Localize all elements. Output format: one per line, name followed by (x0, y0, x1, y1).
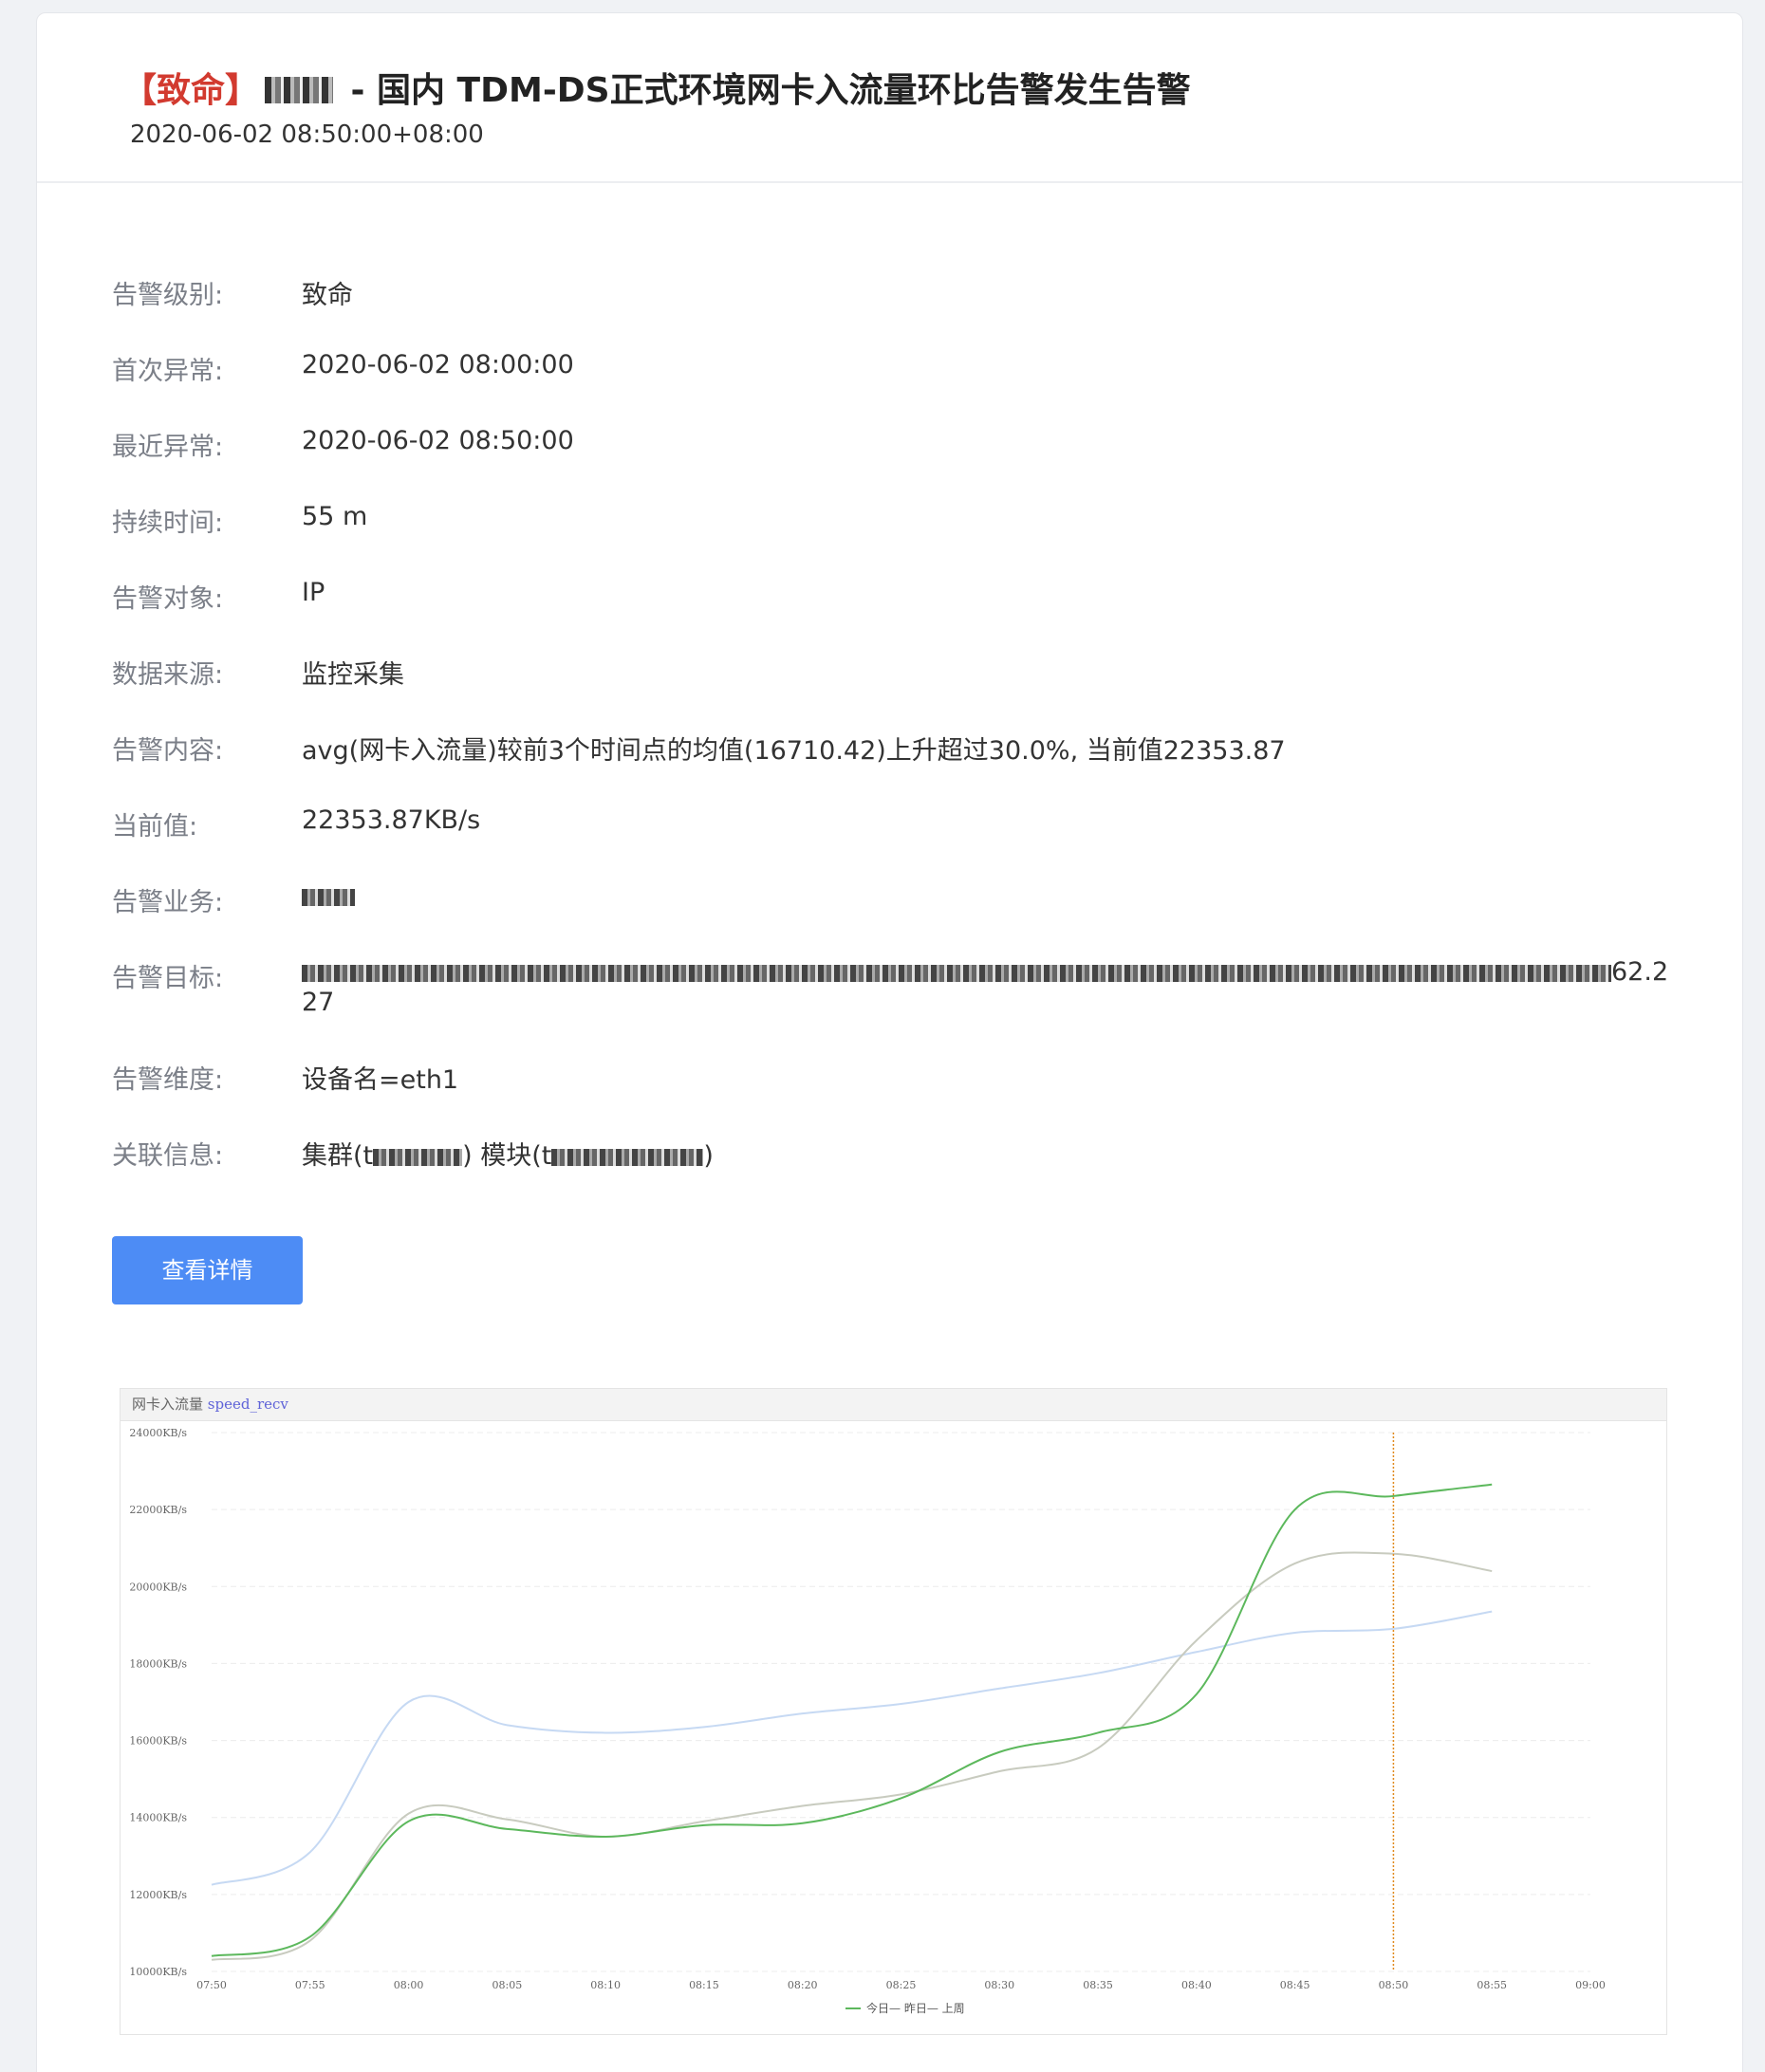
detail-label: 告警业务: (112, 888, 224, 917)
detail-label: 数据来源: (112, 660, 224, 690)
detail-label: 持续时间: (112, 509, 224, 538)
y-tick-label: 24000KB/s (129, 1427, 187, 1439)
x-tick-label: 08:10 (590, 1979, 621, 1991)
detail-row-current: 当前值: 22353.87KB/s (112, 796, 1706, 872)
related-module-prefix: ) 模块(t (462, 1141, 552, 1171)
alert-title-text: - 国内 TDM-DS正式环境网卡入流量环比告警发生告警 (339, 71, 1191, 110)
detail-label: 告警目标: (112, 964, 224, 993)
detail-label: 最近异常: (112, 433, 224, 462)
chart-header-label: 网卡入流量 (132, 1396, 204, 1413)
alert-title: 【致命】 - 国内 TDM-DS正式环境网卡入流量环比告警发生告警 (122, 63, 1191, 112)
card-header: 【致命】 - 国内 TDM-DS正式环境网卡入流量环比告警发生告警 2020-0… (37, 13, 1742, 183)
detail-label: 关联信息: (112, 1141, 224, 1171)
detail-value: 致命 (302, 281, 353, 310)
redacted-name (265, 77, 334, 103)
detail-row-target: 告警目标: 62.2 27 (112, 948, 1706, 1049)
detail-label: 告警内容: (112, 736, 224, 766)
x-tick-label: 08:40 (1181, 1979, 1212, 1991)
x-tick-label: 08:05 (492, 1979, 523, 1991)
detail-label: 告警维度: (112, 1065, 224, 1095)
x-tick-label: 08:35 (1083, 1979, 1113, 1991)
x-tick-label: 08:15 (689, 1979, 719, 1991)
y-tick-label: 22000KB/s (129, 1504, 187, 1516)
x-tick-label: 08:25 (886, 1979, 917, 1991)
redacted-business (302, 888, 355, 906)
detail-label: 告警对象: (112, 584, 224, 614)
detail-label: 告警级别: (112, 281, 224, 310)
detail-label: 当前值: (112, 812, 198, 842)
x-tick-label: 08:45 (1280, 1979, 1310, 1991)
redacted-cluster (373, 1148, 463, 1166)
related-suffix: ) (703, 1141, 714, 1171)
line-chart: 10000KB/s 12000KB/s 14000KB/s 16000KB/s 1800… (129, 1427, 1606, 2015)
redacted-targets (302, 964, 1611, 982)
detail-value: 62.2 27 (302, 957, 1706, 1018)
chart-header-metric: speed_recv (207, 1396, 288, 1413)
detail-row-content: 告警内容: avg(网卡入流量)较前3个时间点的均值(16710.42)上升超过… (112, 720, 1706, 796)
y-tick-label: 14000KB/s (129, 1812, 187, 1824)
y-tick-label: 16000KB/s (129, 1735, 187, 1748)
target-visible-tail: 62.2 (1611, 957, 1669, 987)
detail-value: 2020-06-02 08:50:00 (302, 426, 574, 455)
detail-row-first: 首次异常: 2020-06-02 08:00:00 (112, 341, 1706, 416)
redacted-module (551, 1148, 704, 1166)
x-tick-label: 08:55 (1477, 1979, 1507, 1991)
alert-level-tag: 【致命】 (122, 71, 260, 110)
series-line (211, 1610, 1493, 1886)
series-line (211, 1483, 1493, 1957)
alert-timestamp: 2020-06-02 08:50:00+08:00 (130, 120, 484, 149)
alert-card: 【致命】 - 国内 TDM-DS正式环境网卡入流量环比告警发生告警 2020-0… (36, 12, 1743, 2072)
detail-value: 22353.87KB/s (302, 805, 481, 835)
y-tick-label: 20000KB/s (129, 1581, 187, 1593)
view-details-button[interactable]: 查看详情 (112, 1236, 303, 1304)
detail-value (302, 881, 355, 911)
y-tick-label: 12000KB/s (129, 1889, 187, 1901)
x-tick-label: 08:50 (1379, 1979, 1409, 1991)
detail-value: 监控采集 (302, 660, 404, 690)
alert-page: 【致命】 - 国内 TDM-DS正式环境网卡入流量环比告警发生告警 2020-0… (0, 0, 1765, 2072)
detail-row-object: 告警对象: IP (112, 568, 1706, 644)
detail-row-duration: 持续时间: 55 m (112, 492, 1706, 568)
x-tick-label: 07:55 (295, 1979, 325, 1991)
y-tick-label: 18000KB/s (129, 1657, 187, 1670)
detail-value: IP (302, 578, 325, 607)
x-tick-label: 08:20 (788, 1979, 818, 1991)
detail-value: avg(网卡入流量)较前3个时间点的均值(16710.42)上升超过30.0%,… (302, 736, 1286, 766)
detail-row-level: 告警级别: 致命 (112, 265, 1706, 341)
alert-details: 告警级别: 致命 首次异常: 2020-06-02 08:00:00 最近异常:… (112, 265, 1706, 1201)
chart-panel: 网卡入流量 speed_recv 10000KB/s 12000KB/s 14000… (120, 1388, 1667, 2035)
detail-row-related: 关联信息: 集群(t ) 模块(t) (112, 1125, 1706, 1201)
x-tick-label: 08:00 (394, 1979, 424, 1991)
detail-value: 设备名=eth1 (302, 1065, 459, 1095)
x-tick-label: 07:50 (196, 1979, 227, 1991)
y-tick-label: 10000KB/s (129, 1966, 187, 1978)
x-tick-label: 09:00 (1575, 1979, 1606, 1991)
detail-row-dimension: 告警维度: 设备名=eth1 (112, 1049, 1706, 1125)
detail-row-source: 数据来源: 监控采集 (112, 644, 1706, 720)
detail-row-business: 告警业务: (112, 872, 1706, 948)
target-line2: 27 (302, 988, 335, 1017)
detail-label: 首次异常: (112, 357, 224, 386)
detail-value: 55 m (302, 502, 368, 531)
x-tick-label: 08:30 (984, 1979, 1014, 1991)
detail-value: 2020-06-02 08:00:00 (302, 350, 574, 379)
series-line (211, 1551, 1493, 1961)
chart-header: 网卡入流量 speed_recv (121, 1389, 1666, 1421)
detail-value: 集群(t ) 模块(t) (302, 1135, 714, 1172)
related-cluster-prefix: 集群(t (302, 1141, 374, 1171)
legend-text: 今日— 昨日— 上周 (866, 2001, 965, 2015)
detail-row-last: 最近异常: 2020-06-02 08:50:00 (112, 416, 1706, 492)
